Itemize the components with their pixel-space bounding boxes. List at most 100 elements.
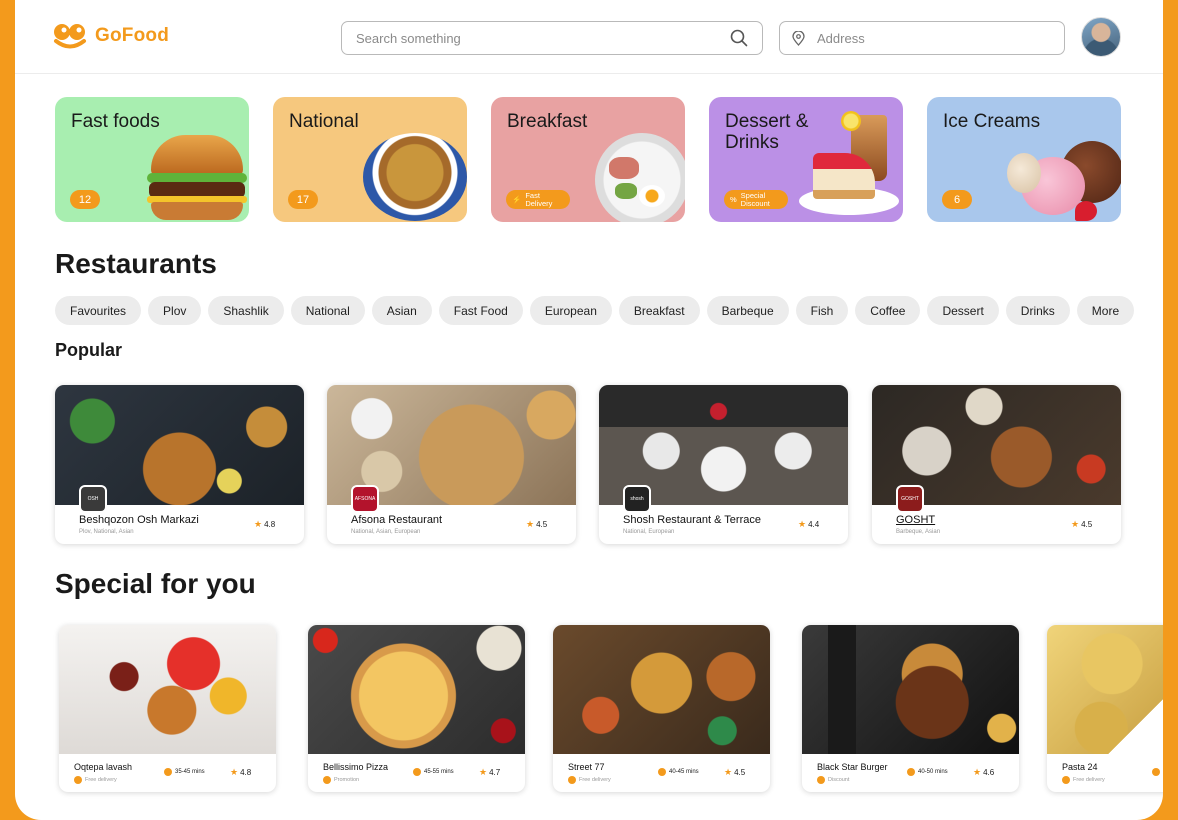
category-count-badge: 6 [942,190,972,209]
star-icon: ★ [230,767,239,777]
restaurants-heading: Restaurants [55,248,217,279]
clock-icon [1152,768,1160,776]
brand-logo[interactable]: GoFood [53,22,169,50]
location-pin-icon [792,30,805,46]
filter-chip-plov[interactable]: Plov [148,296,202,325]
special-card-black-star-burger[interactable]: Black Star Burger Discount 40-50 mins ★ 4… [802,625,1019,792]
filter-chip-national[interactable]: National [290,296,365,325]
delivery-info: Free delivery [1062,776,1105,784]
restaurant-name: GOSHT [896,514,936,526]
rating-badge: ★ 4.8 [230,767,252,777]
restaurant-photo [1047,625,1163,754]
restaurant-tags: Plov, National, Asian [79,529,134,535]
restaurant-tags: National, European [623,529,675,535]
filter-chip-european[interactable]: European [529,296,612,325]
restaurant-name: Oqtepa lavash [74,762,133,772]
special-card-street-77[interactable]: Street 77 Free delivery 40-45 mins ★ 4.5 [553,625,770,792]
address-box[interactable] [779,21,1065,55]
address-input[interactable] [817,30,1052,46]
restaurant-tags: Barbeque, Asian [896,529,941,535]
category-title: Dessert & Drinks [725,111,809,153]
restaurant-photo [802,625,1019,754]
search-input[interactable] [356,30,730,46]
restaurant-card-gosht[interactable]: GOSHT GOSHT Barbeque, Asian ★ 4.5 [872,385,1121,544]
filter-chip-shashlik[interactable]: Shashlik [208,296,284,325]
filter-chip-breakfast[interactable]: Breakfast [618,296,700,325]
delivery-icon [74,776,82,784]
filter-chip-favourites[interactable]: Favourites [55,296,142,325]
restaurant-card-shosh[interactable]: shosh Shosh Restaurant & Terrace Nationa… [599,385,848,544]
restaurant-name: Street 77 [568,762,605,772]
filter-chip-asian[interactable]: Asian [371,296,432,325]
restaurant-card-beshqozon[interactable]: OSH Beshqozon Osh Markazi Plov, National… [55,385,304,544]
special-discount-badge: % Special Discount [724,190,788,209]
restaurant-name: Black Star Burger [817,762,888,772]
rating-badge: ★ 4.5 [526,519,548,529]
fast-delivery-badge: ⚡ Fast Delivery [506,190,570,209]
filter-chip-fish[interactable]: Fish [795,296,849,325]
restaurant-photo [553,625,770,754]
filter-chip-fast-food[interactable]: Fast Food [438,296,523,325]
cuisine-filter-bar: Favourites Plov Shashlik National Asian … [55,296,1135,326]
badge-label: Fast Delivery [525,190,553,208]
clock-icon [658,768,666,776]
delivery-time: 40-45 mins [658,768,699,776]
rating-badge: ★ 4.5 [724,767,746,777]
search-icon[interactable] [730,29,748,47]
filter-chip-drinks[interactable]: Drinks [1005,296,1070,325]
restaurant-photo [308,625,525,754]
star-icon: ★ [973,767,982,777]
delivery-icon [1062,776,1070,784]
filter-chip-more[interactable]: More [1076,296,1135,325]
restaurant-photo [59,625,276,754]
delivery-time: 45-55 mins [413,768,454,776]
star-icon: ★ [724,767,733,777]
restaurant-logo: OSH [79,485,107,513]
restaurant-tags: National, Asian, European [351,529,421,535]
category-card-national[interactable]: National 17 [273,97,467,222]
restaurant-name: Shosh Restaurant & Terrace [623,514,761,526]
restaurant-logo: AFSONA [351,485,379,513]
restaurant-name: Afsona Restaurant [351,514,443,526]
star-icon: ★ [526,519,535,529]
user-avatar[interactable] [1081,17,1121,57]
restaurant-card-afsona[interactable]: AFSONA Afsona Restaurant National, Asian… [327,385,576,544]
delivery-info: Discount [817,776,849,784]
category-card-ice-creams[interactable]: Ice Creams 6 [927,97,1121,222]
rating-badge: ★ 4.4 [798,519,820,529]
clock-icon [413,768,421,776]
popular-heading: Popular [55,340,123,360]
star-icon: ★ [1071,519,1080,529]
filter-chip-dessert[interactable]: Dessert [927,296,999,325]
delivery-info: Free delivery [568,776,611,784]
promotion-icon [323,776,331,784]
lightning-icon: ⚡ [512,194,522,204]
delivery-icon [568,776,576,784]
rating-badge: ★ 4.6 [973,767,995,777]
category-count-badge: 12 [70,190,100,209]
restaurant-name: Bellissimo Pizza [323,762,389,772]
delivery-time [1152,768,1163,776]
special-card-pasta-24[interactable]: Pasta 24 Free delivery [1047,625,1163,792]
badge-label: Special Discount [740,190,770,208]
clock-icon [164,768,172,776]
star-icon: ★ [798,519,807,529]
special-for-you-heading: Special for you [55,568,256,599]
filter-chip-barbeque[interactable]: Barbeque [706,296,789,325]
search-box[interactable] [341,21,763,55]
category-title: National [289,111,359,132]
special-card-bellissimo-pizza[interactable]: Bellissimo Pizza Promotion 45-55 mins ★ 4… [308,625,525,792]
special-card-oqtepa-lavash[interactable]: Oqtepa lavash Free delivery 35-45 mins ★… [59,625,276,792]
category-title: Breakfast [507,111,588,132]
category-card-breakfast[interactable]: Breakfast ⚡ Fast Delivery [491,97,685,222]
discount-icon [817,776,825,784]
delivery-time: 35-45 mins [164,768,205,776]
category-card-dessert-drinks[interactable]: Dessert & Drinks % Special Discount [709,97,903,222]
restaurant-name: Pasta 24 [1062,762,1098,772]
clock-icon [907,768,915,776]
filter-chip-coffee[interactable]: Coffee [855,296,921,325]
top-header: GoFood [15,0,1163,74]
delivery-time: 40-50 mins [907,768,948,776]
restaurant-name: Beshqozon Osh Markazi [79,514,199,526]
category-card-fast-foods[interactable]: Fast foods 12 [55,97,249,222]
